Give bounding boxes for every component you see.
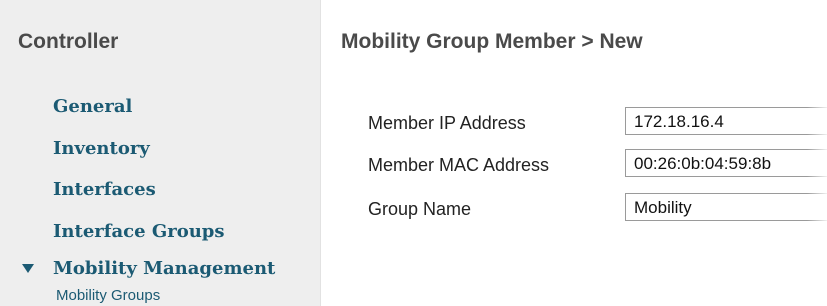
sidebar-subitem-mobility-groups[interactable]: Mobility Groups: [56, 287, 160, 304]
sidebar-title: Controller: [18, 30, 119, 53]
group-name-input[interactable]: [625, 193, 827, 221]
sidebar-item-mobility-management[interactable]: Mobility Management: [53, 258, 275, 279]
form-row-member-mac: Member MAC Address: [321, 149, 827, 179]
main-content: Mobility Group Member > New Member IP Ad…: [321, 0, 827, 306]
page: Controller General Inventory Interfaces …: [0, 0, 827, 306]
group-name-label: Group Name: [368, 199, 472, 219]
member-ip-input[interactable]: [625, 107, 827, 135]
form-row-group-name: Group Name: [321, 193, 827, 223]
sidebar: Controller General Inventory Interfaces …: [0, 0, 321, 306]
sidebar-item-general[interactable]: General: [53, 96, 132, 117]
member-ip-label: Member IP Address: [368, 113, 526, 133]
sidebar-item-interface-groups[interactable]: Interface Groups: [53, 221, 225, 242]
page-title: Mobility Group Member > New: [341, 30, 643, 53]
sidebar-item-interfaces[interactable]: Interfaces: [53, 179, 156, 200]
member-mac-input[interactable]: [625, 149, 827, 177]
expand-triangle-icon[interactable]: [22, 264, 34, 273]
member-mac-label: Member MAC Address: [368, 155, 550, 175]
sidebar-item-inventory[interactable]: Inventory: [53, 138, 150, 159]
form-row-member-ip: Member IP Address: [321, 107, 827, 137]
